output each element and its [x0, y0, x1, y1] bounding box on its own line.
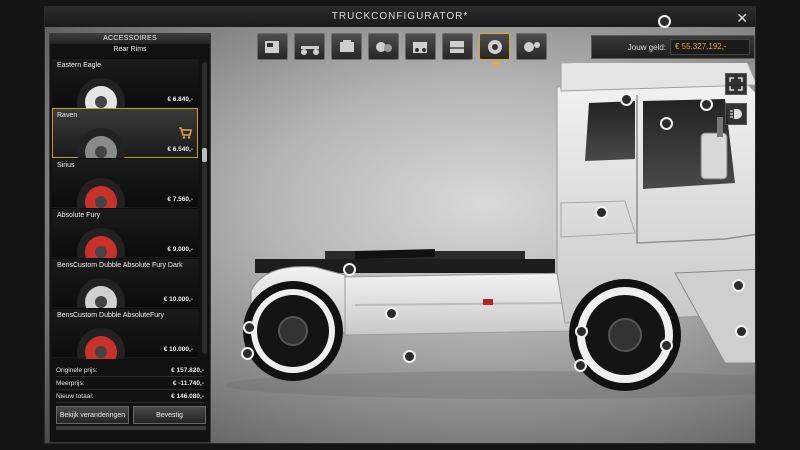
- hotspot-front-wheel[interactable]: [575, 325, 588, 338]
- item-name: Absolute Fury: [57, 212, 101, 219]
- price-totals: Originele prijs: € 157.820,- Meerprijs: …: [56, 364, 204, 403]
- paint-icon[interactable]: [442, 33, 473, 60]
- list-scrollbar[interactable]: [202, 62, 207, 354]
- item-name: Sirius: [57, 162, 75, 169]
- money-display: Jouw geld: € 55.327.192,-: [591, 35, 755, 59]
- list-item[interactable]: BensCustom Dubble Absolute Fury Dark € 10…: [52, 258, 198, 309]
- panel-header: ACCESSOIRES: [50, 34, 210, 44]
- rim-thumbnail: [77, 228, 125, 259]
- scroll-thumb[interactable]: [202, 148, 207, 162]
- new-total-value: € 146.080,-: [171, 392, 204, 400]
- confirm-button[interactable]: Bevestig: [133, 406, 206, 424]
- item-price: € 6.540,-: [167, 146, 193, 153]
- hotspot-side-skirt[interactable]: [403, 350, 416, 363]
- rim-thumbnail: [77, 178, 125, 209]
- list-item[interactable]: BensCustom Dubble AbsoluteFury € 10.000,-: [52, 308, 198, 359]
- item-price: € 6.840,-: [167, 96, 193, 103]
- panel-buttons: Bekijk veranderingen Bevestig: [56, 406, 206, 424]
- hotspot-front-rim[interactable]: [574, 359, 587, 372]
- item-name: Raven: [57, 112, 78, 119]
- light-toggle-icon[interactable]: [725, 103, 747, 125]
- list-item[interactable]: Sirius € 7.560,-: [52, 158, 198, 209]
- hotspot-chassis[interactable]: [343, 263, 356, 276]
- list-item[interactable]: Eastern Eagle € 6.840,-: [52, 58, 198, 109]
- item-price: € 9.000,-: [167, 246, 193, 253]
- hotspot-bumper[interactable]: [660, 339, 673, 352]
- transmission-icon[interactable]: [368, 33, 399, 60]
- hotspot-sideskirt-cab[interactable]: [595, 206, 608, 219]
- category-toolbar: [257, 33, 547, 67]
- new-total-label: Nieuw totaal:: [56, 392, 94, 400]
- truck-preview: [225, 63, 755, 399]
- hotspot-top-right[interactable]: [658, 15, 671, 28]
- money-label: Jouw geld:: [627, 42, 666, 52]
- item-price: € 10.000,-: [163, 346, 193, 353]
- interior-icon[interactable]: [516, 33, 547, 60]
- original-price-value: € 157.820,-: [171, 366, 204, 374]
- panel-footer-strip: [56, 426, 206, 430]
- hotspot-rear-fender[interactable]: [241, 347, 254, 360]
- hotspot-front-bumper[interactable]: [735, 325, 748, 338]
- shopping-cart-icon: [179, 127, 192, 139]
- hotspot-fuel-tank[interactable]: [385, 307, 398, 320]
- panel-subheader: Rear Rims: [113, 46, 147, 53]
- item-name: Eastern Eagle: [57, 62, 101, 69]
- rim-thumbnail: [77, 78, 125, 109]
- lights-icon[interactable]: [405, 33, 436, 60]
- hotspot-grille[interactable]: [732, 279, 745, 292]
- engine-icon[interactable]: [331, 33, 362, 60]
- configurator-window: TRUCKCONFIGURATOR* ✕ Jouw geld: € 55.327…: [44, 6, 756, 444]
- hotspot-cab-top[interactable]: [620, 93, 633, 106]
- cabin-icon[interactable]: [257, 33, 288, 60]
- extra-price-row: Meerprijs: € -11.740,-: [56, 377, 204, 390]
- original-price-row: Originele prijs: € 157.820,-: [56, 364, 204, 377]
- fullscreen-icon[interactable]: [725, 73, 747, 95]
- item-price: € 7.560,-: [167, 196, 193, 203]
- new-total-row: Nieuw totaal: € 146.080,-: [56, 390, 204, 403]
- chassis-icon[interactable]: [294, 33, 325, 60]
- hotspot-cab-window[interactable]: [700, 98, 713, 111]
- close-icon[interactable]: ✕: [736, 8, 749, 28]
- hotspot-rear-wheel[interactable]: [243, 321, 256, 334]
- hotspot-mirror[interactable]: [660, 117, 673, 130]
- list-item[interactable]: Raven € 6.540,-: [52, 108, 198, 159]
- extra-price-label: Meerprijs:: [56, 379, 85, 387]
- review-changes-button[interactable]: Bekijk veranderingen: [56, 406, 129, 424]
- list-item[interactable]: Absolute Fury € 9.000,-: [52, 208, 198, 259]
- item-name: BensCustom Dubble AbsoluteFury: [57, 312, 164, 319]
- extra-price-value: € -11.740,-: [172, 379, 204, 387]
- rim-list[interactable]: Eastern Eagle € 6.840,- Raven € 6.540,- Siri…: [52, 58, 198, 360]
- title-bar: TRUCKCONFIGURATOR* ✕: [45, 7, 755, 27]
- item-name: BensCustom Dubble Absolute Fury Dark: [57, 262, 183, 269]
- window-title: TRUCKCONFIGURATOR*: [331, 11, 469, 22]
- item-price: € 10.000,-: [163, 296, 193, 303]
- original-price-label: Originele prijs:: [56, 366, 98, 374]
- wheels-icon[interactable]: [479, 33, 510, 67]
- accessories-panel: ACCESSOIRES Rear Rims Eastern Eagle € 6.8…: [49, 33, 211, 443]
- money-value: € 55.327.192,-: [670, 39, 750, 55]
- rim-thumbnail: [77, 328, 125, 359]
- rim-thumbnail: [77, 278, 125, 309]
- rim-thumbnail: [77, 128, 125, 159]
